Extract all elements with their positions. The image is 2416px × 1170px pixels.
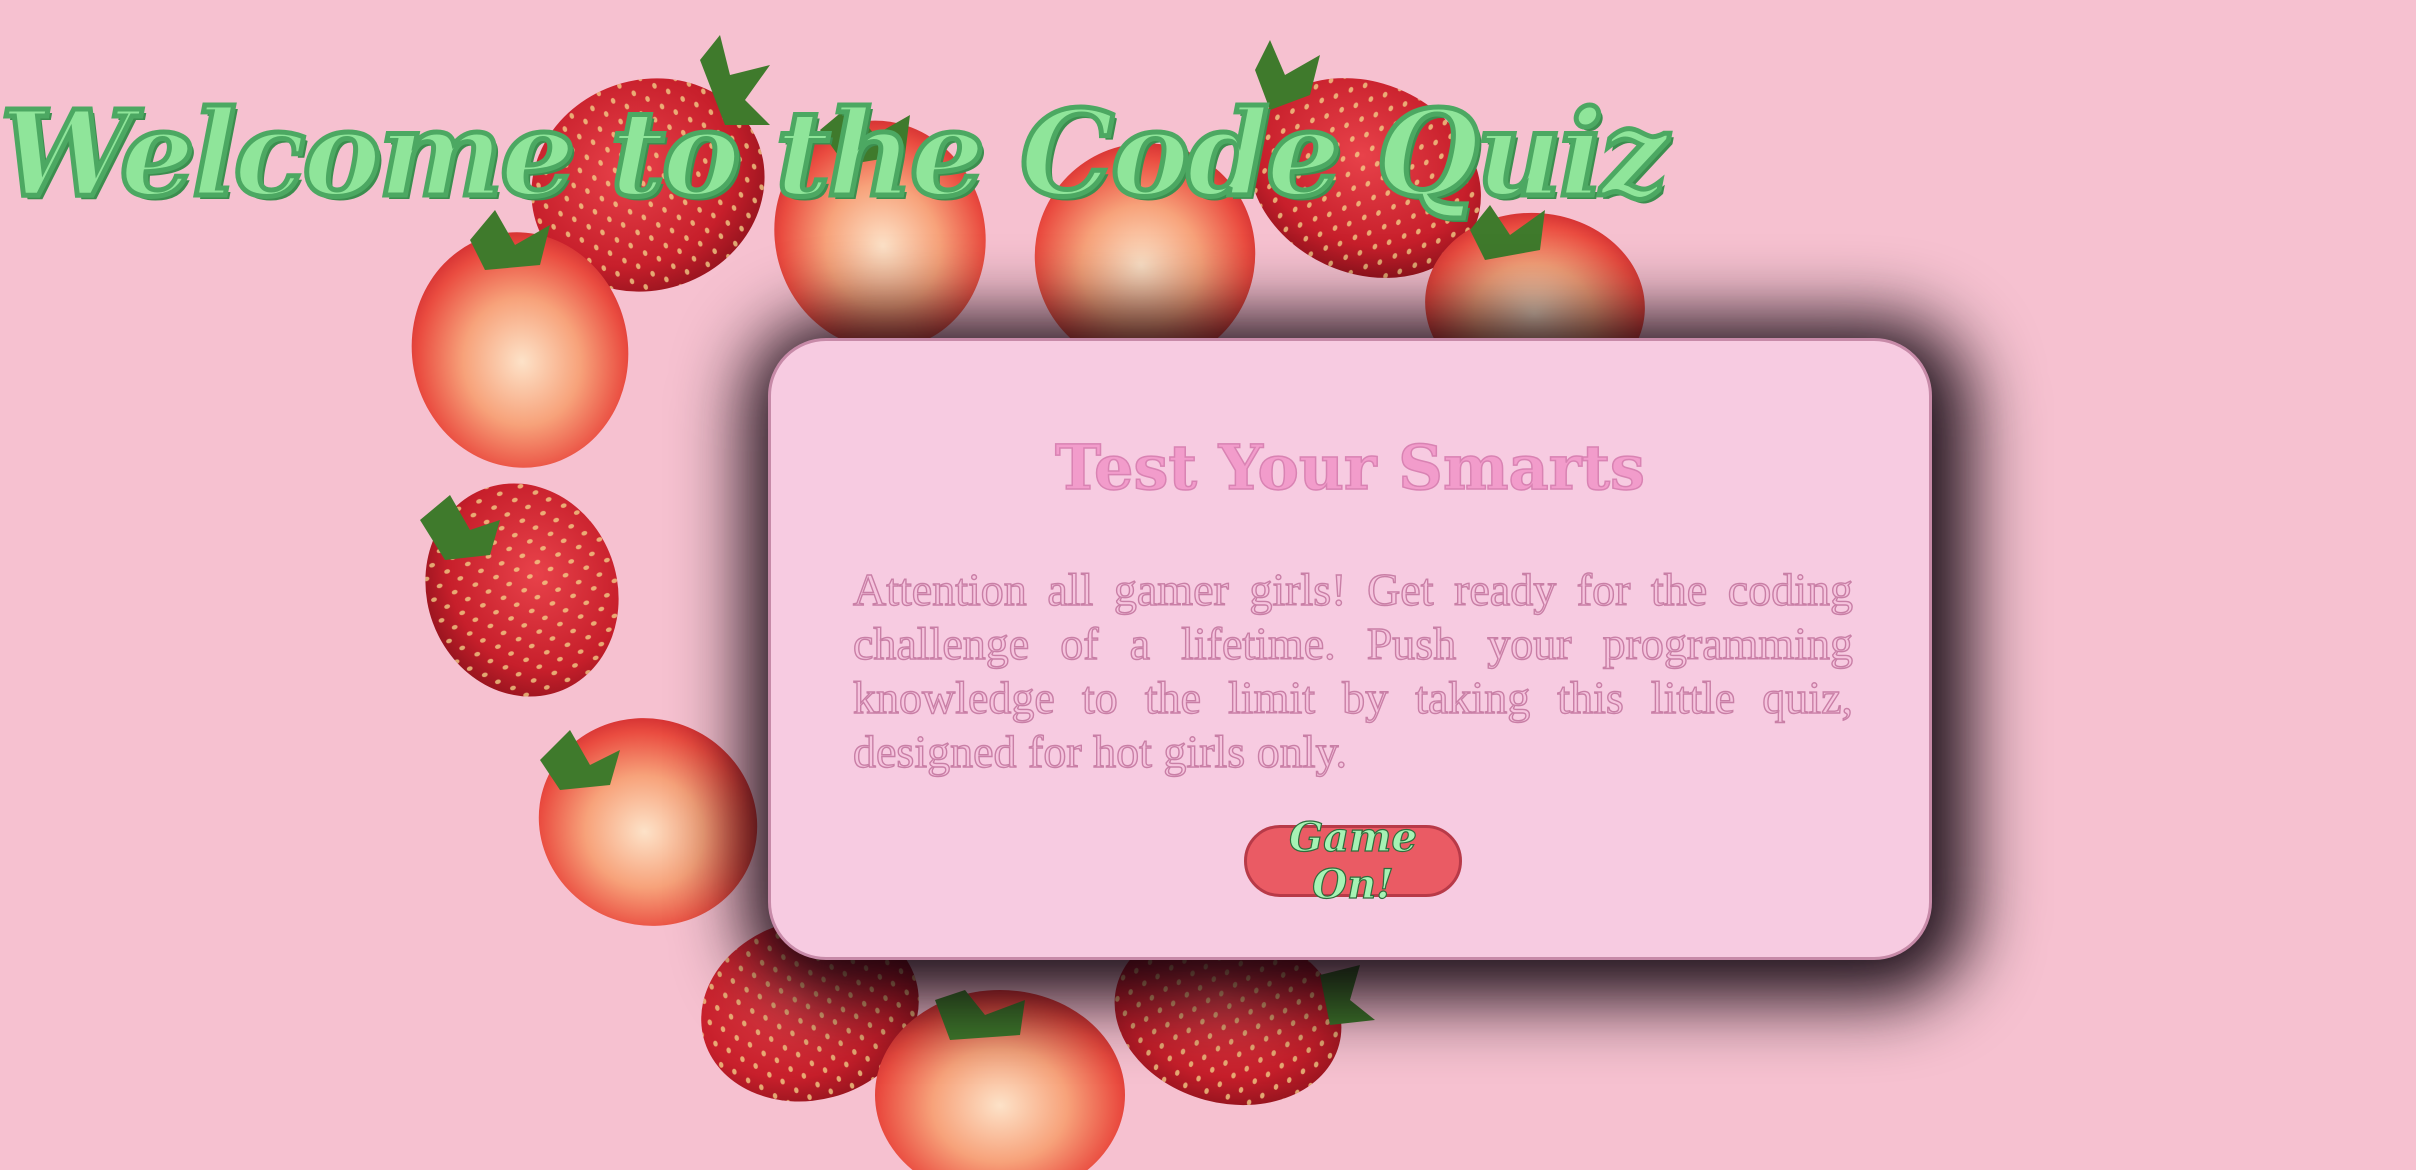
card-description: Attention all gamer girls! Get ready for… [852,563,1853,777]
page-title: Welcome to the Code Quiz [0,84,1670,223]
strawberry-half [538,718,758,926]
quiz-intro-card: Test Your Smarts Attention all gamer gir… [768,338,1932,960]
strawberry-whole [420,483,619,697]
start-quiz-button[interactable]: Game On! [1244,813,1462,909]
card-heading: Test Your Smarts [1054,431,1645,504]
